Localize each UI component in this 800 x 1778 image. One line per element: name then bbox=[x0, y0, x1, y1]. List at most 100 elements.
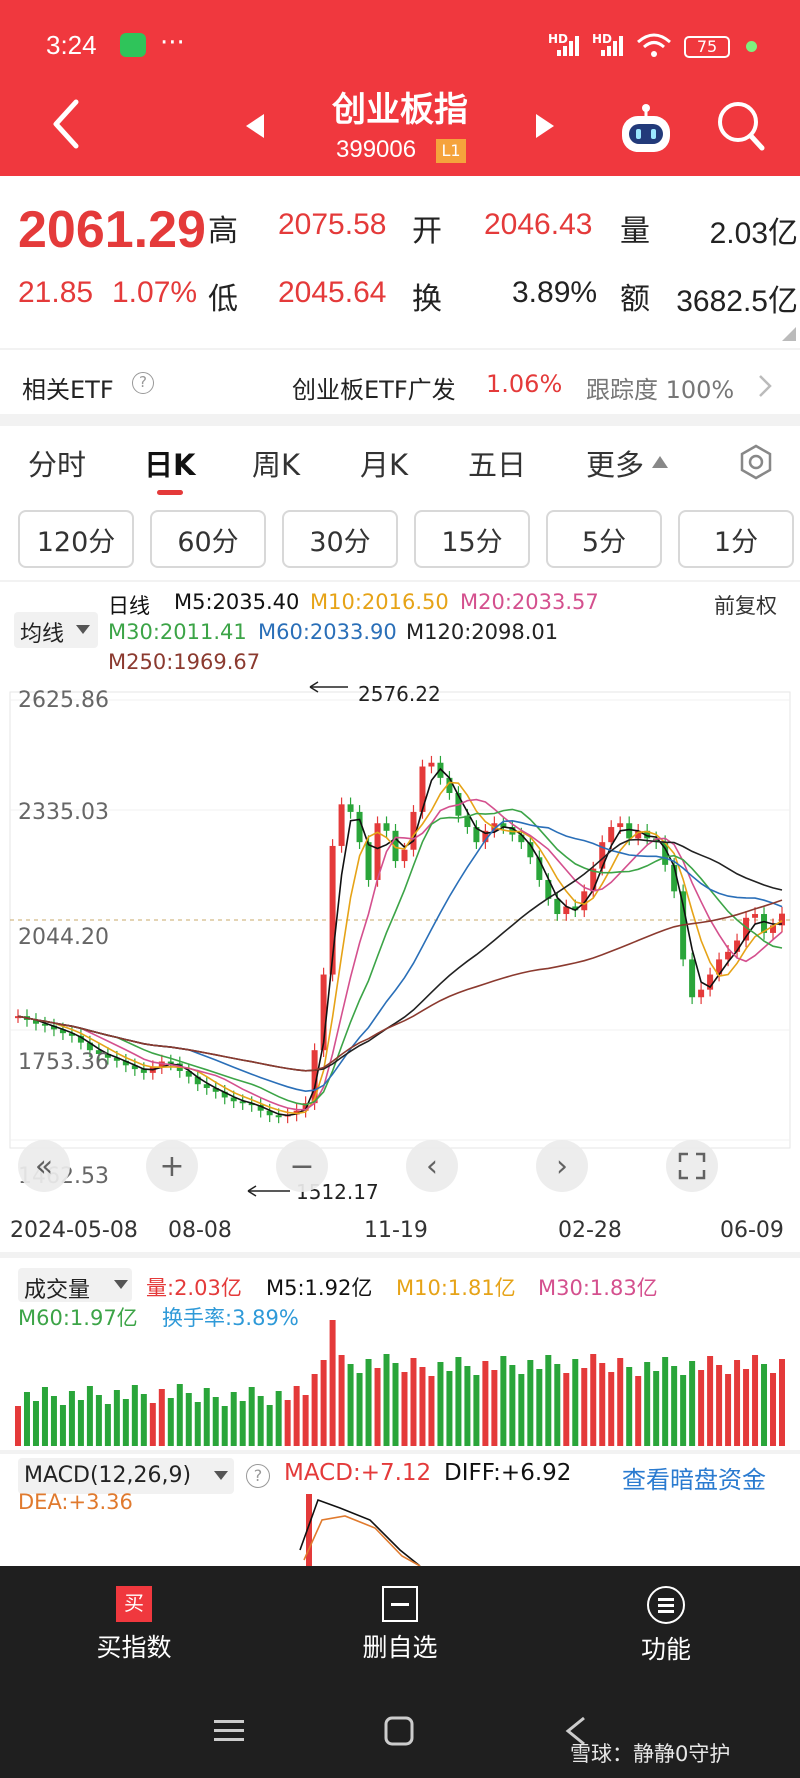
volume-bar bbox=[257, 1396, 264, 1446]
volume-bar bbox=[383, 1354, 390, 1446]
home-icon[interactable] bbox=[384, 1716, 414, 1750]
volume-m30-legend: M30:1.83亿 bbox=[538, 1276, 658, 1300]
zoom-out-button[interactable]: − bbox=[276, 1140, 328, 1192]
settings-icon[interactable] bbox=[738, 444, 774, 484]
volume-bar bbox=[356, 1373, 363, 1446]
volume-bar bbox=[158, 1389, 165, 1446]
volume-bar bbox=[68, 1391, 75, 1446]
tab-more[interactable]: 更多 bbox=[586, 442, 644, 484]
volume-bar bbox=[311, 1374, 318, 1446]
tab-daily-k[interactable]: 日K bbox=[144, 442, 195, 484]
period-5min-button[interactable]: 5分 bbox=[546, 510, 662, 568]
scroll-right-button[interactable]: › bbox=[536, 1140, 588, 1192]
volume-indicator-selector[interactable]: 成交量 bbox=[18, 1268, 132, 1303]
volume-bar bbox=[15, 1406, 21, 1446]
low-value: 2045.64 bbox=[278, 276, 387, 309]
buy-index-button[interactable]: 买 买指数 bbox=[54, 1582, 214, 1664]
dea-line bbox=[303, 1515, 421, 1566]
volume-bar bbox=[428, 1376, 435, 1446]
volume-bar bbox=[455, 1357, 462, 1446]
functions-button[interactable]: 功能 bbox=[586, 1582, 746, 1666]
tab-monthly-k[interactable]: 月K bbox=[360, 442, 408, 484]
volume-bar bbox=[212, 1397, 219, 1446]
volume-bar bbox=[752, 1355, 759, 1446]
ma120-legend: M120:2098.01 bbox=[406, 620, 559, 644]
buy-index-label: 买指数 bbox=[96, 1633, 172, 1662]
volume-bar bbox=[365, 1359, 372, 1446]
chevron-right-icon[interactable] bbox=[758, 374, 772, 402]
volume-bar bbox=[131, 1385, 138, 1446]
buy-icon: 买 bbox=[116, 1586, 152, 1622]
recent-apps-icon[interactable] bbox=[214, 1716, 244, 1750]
ma-selector[interactable]: 均线 bbox=[14, 612, 98, 648]
volume-bar bbox=[509, 1365, 516, 1446]
watermark: 雪球：静静0守护 bbox=[570, 1742, 731, 1766]
expand-corner-icon[interactable] bbox=[782, 326, 796, 345]
volume-bar bbox=[50, 1396, 57, 1446]
volume-bar bbox=[500, 1356, 507, 1446]
candle-body bbox=[617, 823, 624, 828]
scroll-left-button[interactable]: ‹ bbox=[406, 1140, 458, 1192]
volume-bar bbox=[32, 1401, 39, 1446]
y-tick-2: 2044.20 bbox=[18, 925, 109, 950]
volume-bar bbox=[680, 1375, 687, 1446]
period-1min-button[interactable]: 1分 bbox=[678, 510, 794, 568]
volume-bar bbox=[707, 1356, 714, 1446]
chart-frame bbox=[9, 691, 791, 1149]
volume-bar bbox=[248, 1387, 255, 1446]
candle-body bbox=[167, 1061, 174, 1064]
volume-bar bbox=[113, 1390, 120, 1446]
y-tick-0: 2625.86 bbox=[18, 688, 109, 713]
bottom-action-bar: 买 买指数 删自选 功能 雪球：静静0守护 bbox=[0, 1566, 800, 1778]
period-60min-button[interactable]: 60分 bbox=[150, 510, 266, 568]
remove-watchlist-button[interactable]: 删自选 bbox=[320, 1582, 480, 1664]
volume-bar bbox=[338, 1355, 345, 1446]
fq-label[interactable]: 前复权 bbox=[714, 590, 777, 620]
candle-body bbox=[365, 842, 372, 880]
volume-m5-legend: M5:1.92亿 bbox=[266, 1276, 373, 1300]
volume-bar bbox=[410, 1358, 417, 1446]
zoom-in-button[interactable]: + bbox=[146, 1140, 198, 1192]
volume-bar bbox=[239, 1401, 246, 1446]
prev-stock-icon[interactable] bbox=[244, 112, 266, 144]
collapse-left-button[interactable]: « bbox=[18, 1140, 70, 1192]
period-15min-button[interactable]: 15分 bbox=[414, 510, 530, 568]
back-arrow-icon[interactable] bbox=[50, 98, 80, 154]
volume-bar bbox=[464, 1366, 471, 1446]
next-stock-icon[interactable] bbox=[534, 112, 556, 144]
search-icon[interactable] bbox=[716, 100, 766, 156]
volume-bar bbox=[86, 1386, 93, 1446]
dropdown-caret-icon bbox=[114, 1280, 128, 1289]
robot-assistant-icon[interactable] bbox=[616, 100, 676, 160]
volume-selector-label: 成交量 bbox=[24, 1278, 91, 1303]
etf-name[interactable]: 创业板ETF广发 bbox=[292, 370, 456, 405]
volume-bar bbox=[743, 1369, 750, 1446]
y-tick-3: 1753.36 bbox=[18, 1050, 109, 1075]
wechat-icon bbox=[120, 33, 146, 57]
candle-body bbox=[554, 898, 561, 915]
caret-up-icon bbox=[652, 454, 668, 473]
wifi-icon bbox=[636, 32, 672, 64]
volume-bar bbox=[23, 1392, 30, 1446]
candle-body bbox=[626, 823, 633, 839]
tab-five-day[interactable]: 五日 bbox=[468, 442, 526, 484]
period-30min-button[interactable]: 30分 bbox=[282, 510, 398, 568]
candle-body bbox=[338, 804, 345, 846]
candle-body bbox=[275, 1115, 282, 1118]
volume-bar bbox=[716, 1365, 723, 1446]
volume-bar bbox=[194, 1402, 201, 1446]
page-title: 创业板指 bbox=[332, 90, 468, 130]
help-icon[interactable]: ? bbox=[132, 372, 154, 394]
tab-intraday[interactable]: 分时 bbox=[28, 442, 86, 484]
candle-body bbox=[401, 849, 408, 862]
y-tick-1: 2335.03 bbox=[18, 800, 109, 825]
period-120min-button[interactable]: 120分 bbox=[18, 510, 134, 568]
fullscreen-button[interactable] bbox=[666, 1140, 718, 1192]
x-tick-3: 02-28 bbox=[558, 1218, 622, 1243]
volume-bar bbox=[329, 1320, 336, 1446]
tab-weekly-k[interactable]: 周K bbox=[252, 442, 300, 484]
dropdown-caret-icon bbox=[76, 625, 90, 634]
ma10-legend: M10:2016.50 bbox=[310, 590, 449, 614]
volume-bar bbox=[779, 1359, 785, 1446]
volume-bar bbox=[770, 1373, 777, 1446]
